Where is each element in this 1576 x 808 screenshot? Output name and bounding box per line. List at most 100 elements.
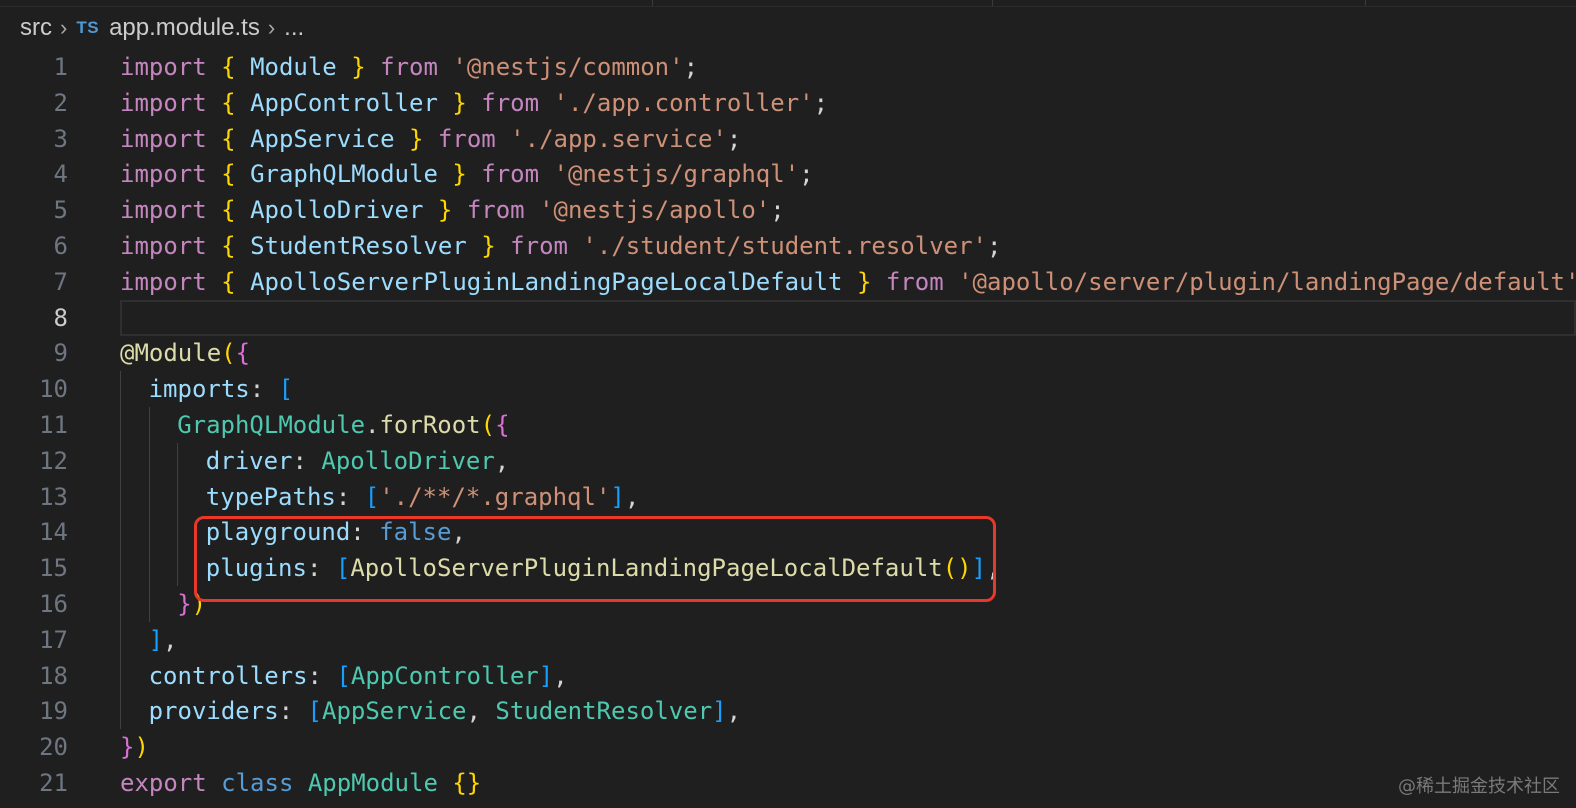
code-token: from (481, 160, 540, 189)
code-token: ( (480, 411, 496, 439)
code-token: import (120, 88, 207, 117)
code-line[interactable]: 9 @Module({ (0, 335, 1576, 371)
code-token: driver (205, 446, 293, 475)
code-text: import { AppController } from './app.con… (120, 85, 828, 121)
code-line[interactable]: 3 import { AppService } from './app.servi… (0, 121, 1576, 157)
code-line[interactable]: 21 export class AppModule {} (0, 765, 1576, 801)
breadcrumb-file[interactable]: app.module.ts (109, 14, 260, 42)
code-text: }) (120, 729, 149, 765)
code-token: AppController (350, 661, 539, 690)
code-line[interactable]: 4 import { GraphQLModule } from '@nestjs/… (0, 156, 1576, 192)
breadcrumb-folder[interactable]: src (20, 14, 52, 42)
code-token: './app.controller' (553, 88, 814, 117)
code-line[interactable]: 11 GraphQLModule.forRoot({ (0, 407, 1576, 443)
code-token: import (120, 160, 207, 189)
code-token: imports (148, 375, 250, 404)
code-token: : (249, 375, 279, 404)
code-line[interactable]: 1 import { Module } from '@nestjs/common'… (0, 49, 1576, 85)
code-line[interactable]: 10 imports: [ (0, 371, 1576, 408)
indent-guide (148, 478, 150, 515)
code-token: import (120, 53, 207, 81)
indent-guide (120, 550, 121, 587)
line-number: 5 (53, 196, 68, 225)
code-token: '@nestjs/common' (452, 53, 684, 81)
tab-divider (992, 0, 993, 6)
code-token: typePaths (205, 482, 336, 511)
code-token: from (466, 196, 525, 225)
indent-guide (148, 442, 150, 479)
code-token: ; (726, 124, 742, 153)
editor-tab-strip-edge (0, 0, 1576, 7)
line-number: 4 (53, 160, 68, 189)
code-line[interactable]: 8 (0, 299, 1576, 336)
code-token: } (437, 196, 453, 225)
code-line[interactable]: 6 import { StudentResolver } from './stud… (0, 228, 1576, 264)
indent-guide (148, 407, 150, 443)
indent-guide (120, 514, 121, 551)
code-token: ; (987, 232, 1002, 260)
code-token: from (510, 232, 568, 260)
line-number: 20 (39, 733, 68, 762)
code-line[interactable]: 12 driver: ApolloDriver, (0, 442, 1576, 479)
chevron-right-icon: › (267, 15, 276, 40)
indent-guide (148, 586, 150, 622)
code-text: controllers: [AppController], (149, 658, 568, 694)
code-line[interactable]: 17], (0, 621, 1576, 658)
indent-guide (148, 550, 150, 587)
code-token: [ (307, 697, 322, 726)
code-token: controllers (148, 661, 308, 690)
code-token: { (235, 339, 251, 368)
code-token: ; (813, 88, 829, 117)
code-line[interactable]: 5 import { ApolloDriver } from '@nestjs/a… (0, 192, 1576, 228)
code-token: '@nestjs/graphql' (553, 160, 800, 189)
code-line[interactable]: 7 import { ApolloServerPluginLandingPageL… (0, 264, 1576, 300)
code-line[interactable]: 13 typePaths: ['./**/*.graphql'], (0, 478, 1576, 515)
line-number: 8 (53, 303, 68, 332)
code-token: , (466, 697, 496, 726)
indent-guide (120, 621, 121, 658)
line-number: 12 (39, 446, 68, 475)
code-line[interactable]: 19 providers: [AppService, StudentResolve… (0, 693, 1576, 730)
code-token: forRoot (379, 411, 481, 439)
code-token: ApolloServerPluginLandingPageLocalDefaul… (250, 267, 843, 296)
line-number: 13 (39, 482, 68, 511)
code-line[interactable]: 20}) (0, 729, 1576, 765)
code-token: ; (770, 196, 785, 225)
breadcrumb-symbols[interactable]: ... (284, 14, 304, 42)
code-token: ) (134, 733, 149, 762)
code-token: ; (683, 53, 699, 81)
code-token: from (380, 53, 438, 81)
code-token: } (351, 53, 366, 81)
code-token: import (120, 196, 207, 225)
code-token: { (221, 196, 236, 225)
code-line[interactable]: 18 controllers: [AppController], (0, 657, 1576, 694)
code-token: ApolloDriver (321, 446, 495, 475)
code-token: class (221, 769, 294, 797)
code-token: : (278, 697, 308, 726)
code-line[interactable]: 2 import { AppController } from './app.co… (0, 85, 1576, 121)
code-token: StudentResolver (495, 697, 713, 726)
code-token: { (221, 88, 236, 117)
current-line-highlight (120, 299, 1576, 336)
code-editor[interactable]: 1 import { Module } from '@nestjs/common'… (0, 49, 1576, 808)
indent-guide (120, 442, 121, 479)
code-token: , (494, 446, 510, 475)
